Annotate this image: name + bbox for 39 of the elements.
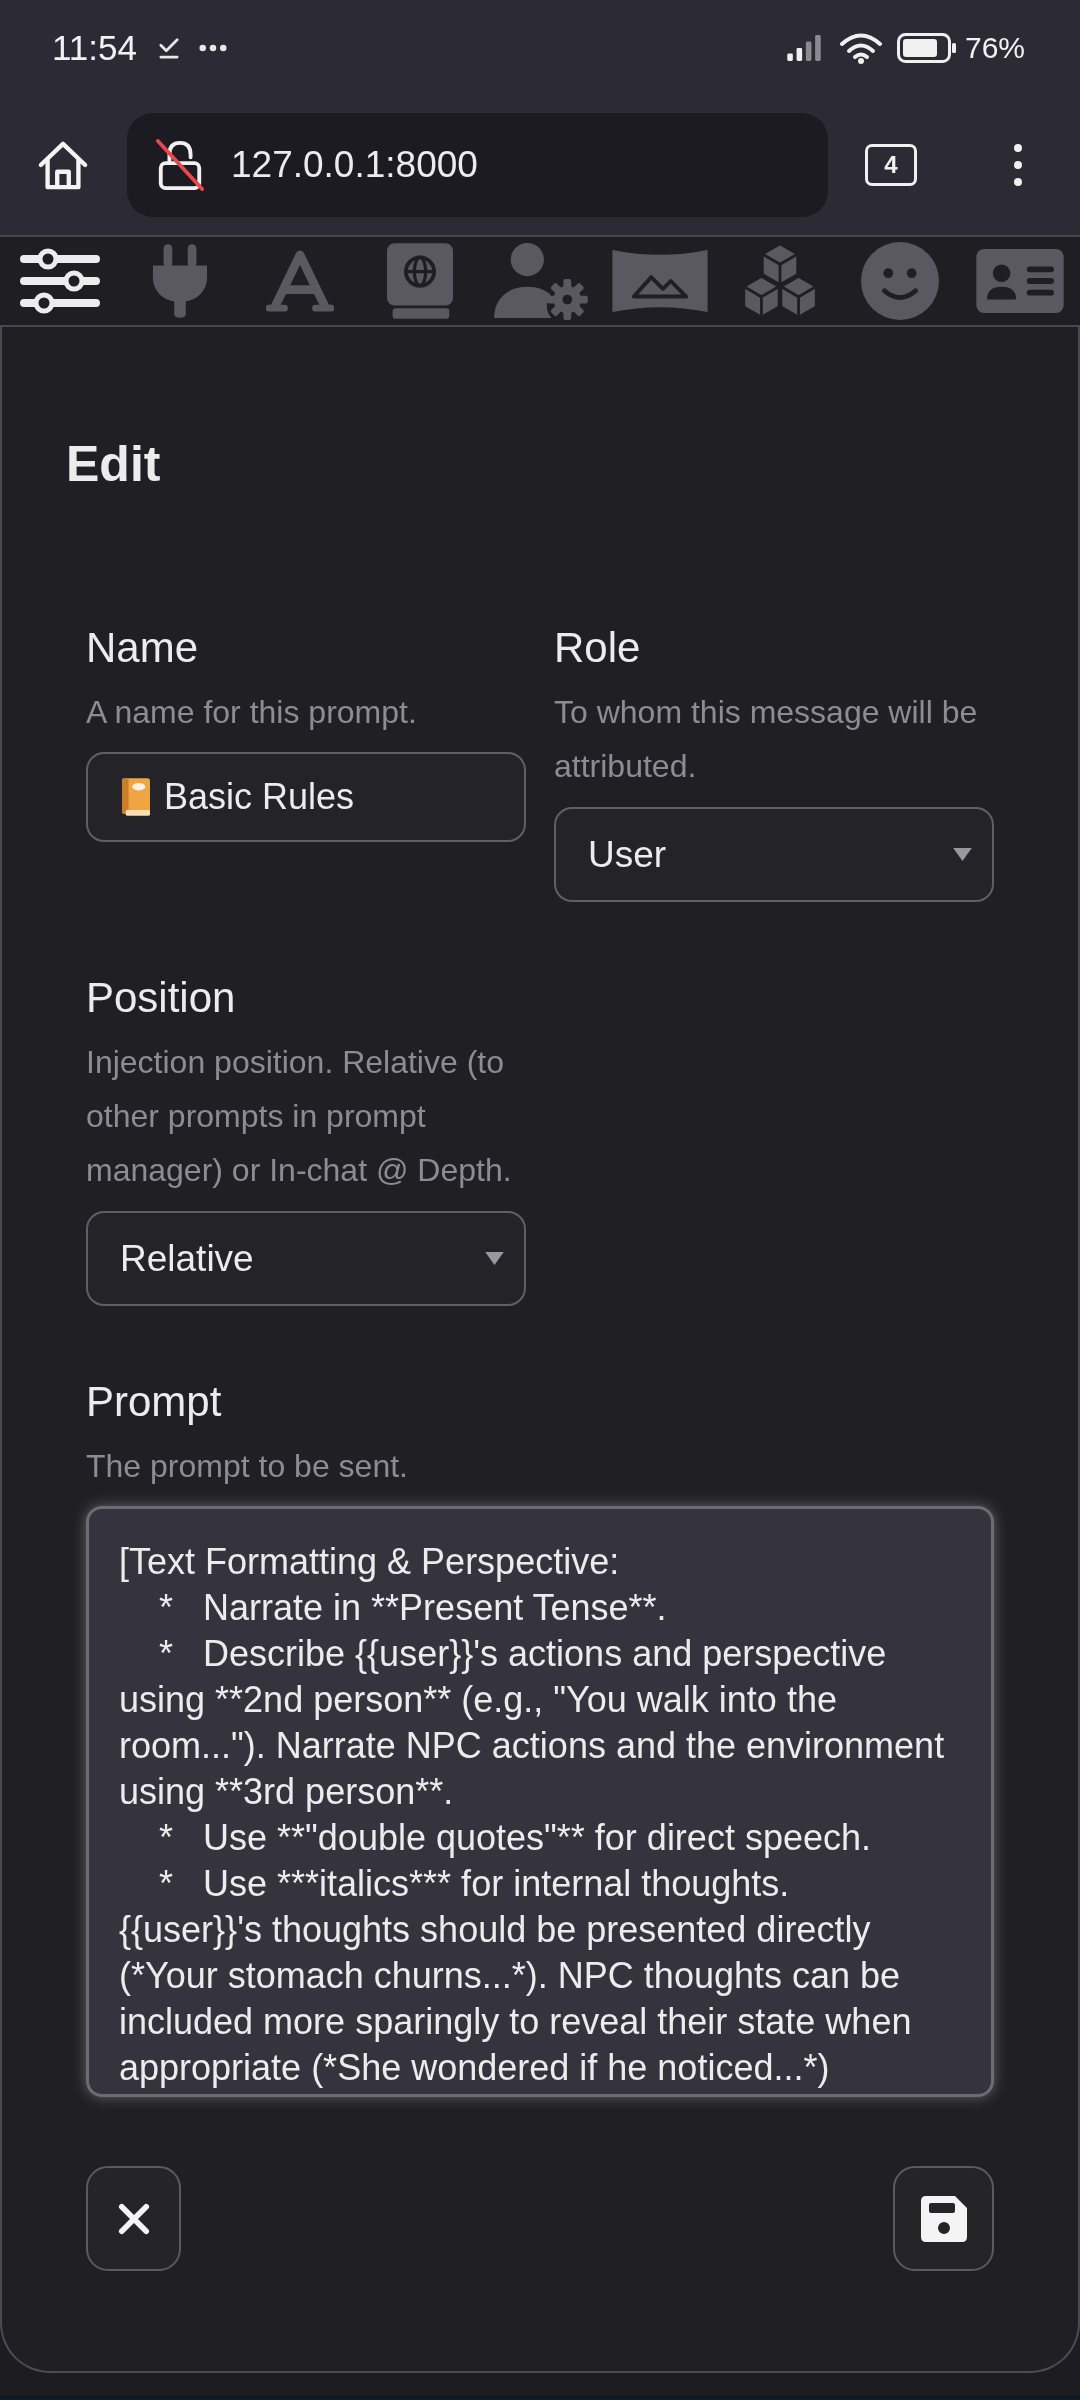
smiley-icon[interactable] [861, 242, 939, 320]
tabs-button[interactable]: 4 [865, 144, 917, 186]
dropdown-select[interactable]: User [554, 807, 994, 902]
book-globe-icon[interactable] [387, 242, 453, 320]
field-description: Injection position. Relative (to other prompts in prompt manager) or In-chat @ Depth. [86, 1043, 513, 1190]
address-bar[interactable]: 127.0.0.1:8000 [127, 113, 828, 217]
field-description: The prompt to be sent. [86, 1447, 409, 1486]
close-button[interactable] [86, 2166, 181, 2271]
notebook-icon [122, 778, 150, 816]
caret-icon [485, 1252, 504, 1265]
insecure-lock-icon [155, 138, 205, 192]
field-label: Position [86, 973, 237, 1023]
menu-icon[interactable] [1013, 143, 1023, 187]
plug-icon[interactable] [151, 244, 209, 318]
dropdown-select[interactable]: Relative [86, 1211, 526, 1306]
home-icon[interactable] [36, 139, 90, 191]
battery-icon [896, 32, 957, 63]
status-time: 11:54 [52, 30, 137, 65]
text-area[interactable]: [Text Formatting & Perspective: * Narrate in **Present Tense**. * Describe {{user}}'s actions and perspective using **2nd person** (e.g., "You walk into the room..."). Narrate NPC actions and the environment using **3rd person**. * Use **"double quotes"** for direct speech. * Use ***italics*** for internal thoughts. {{user}}'s thoughts should be presented directly (*Your stomach churns...*). NPC thoughts can be included more sparingly to reveal their state when appropriate (*She wondered if he noticed...*) [86, 1506, 994, 2097]
id-card-icon[interactable] [976, 249, 1064, 313]
field-label: Role [554, 623, 642, 673]
font-icon[interactable] [266, 249, 334, 313]
signal-icon [786, 34, 821, 61]
user-gear-icon[interactable] [492, 242, 588, 320]
dialog-title: Edit [66, 435, 162, 494]
save-button[interactable] [893, 2166, 994, 2271]
sliders-icon[interactable] [20, 248, 100, 314]
field-description: To whom this message will be attributed. [554, 693, 979, 786]
battery-percent: 76% [964, 32, 1025, 63]
text-input[interactable]: Basic Rules [86, 752, 526, 842]
close-icon [117, 2202, 150, 2235]
more-notifications-icon [199, 43, 227, 52]
field-label: Name [86, 623, 200, 673]
caret-icon [953, 848, 972, 861]
check-icon [159, 36, 179, 59]
field-label: Prompt [86, 1377, 223, 1427]
image-icon[interactable] [612, 248, 708, 314]
field-description: A name for this prompt. [86, 693, 418, 732]
wifi-icon [838, 31, 883, 64]
